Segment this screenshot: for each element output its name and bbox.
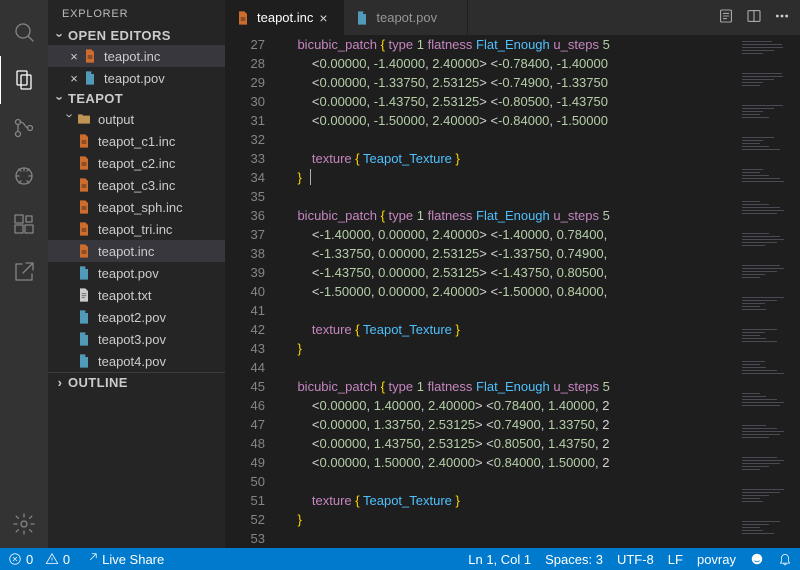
open-editor-item[interactable]: × teapot.pov	[48, 67, 225, 89]
status-language[interactable]: povray	[697, 552, 736, 567]
item-label: teapot.inc	[98, 244, 154, 259]
status-notifications-icon[interactable]	[778, 552, 792, 566]
outline-header[interactable]: ›OUTLINE	[48, 372, 225, 392]
more-actions-icon[interactable]	[774, 8, 790, 27]
status-eol[interactable]: LF	[668, 552, 683, 567]
editor-tab[interactable]: teapot.pov	[344, 0, 468, 35]
file-icon	[354, 10, 370, 26]
file-name: teapot.inc	[104, 49, 160, 64]
debug-icon[interactable]	[0, 152, 48, 200]
file-item[interactable]: teapot_tri.inc	[48, 218, 225, 240]
tab-bar: teapot.inc × teapot.pov	[225, 0, 800, 35]
file-item[interactable]: teapot2.pov	[48, 306, 225, 328]
text-cursor	[310, 169, 311, 185]
file-icon	[76, 155, 92, 171]
status-cursor-pos[interactable]: Ln 1, Col 1	[468, 552, 531, 567]
file-item[interactable]: teapot_sph.inc	[48, 196, 225, 218]
file-item[interactable]: teapot_c2.inc	[48, 152, 225, 174]
file-icon	[82, 48, 98, 64]
item-label: teapot.txt	[98, 288, 151, 303]
status-live-share[interactable]: Live Share	[84, 552, 164, 567]
file-item[interactable]: teapot.txt	[48, 284, 225, 306]
search-icon[interactable]	[0, 8, 48, 56]
file-name: teapot.pov	[104, 71, 165, 86]
file-icon	[76, 243, 92, 259]
open-editors-header[interactable]: ›OPEN EDITORS	[48, 26, 225, 45]
item-label: teapot_c2.inc	[98, 156, 175, 171]
split-editor-icon[interactable]	[746, 8, 762, 27]
file-item[interactable]: teapot3.pov	[48, 328, 225, 350]
file-icon	[76, 287, 92, 303]
item-label: teapot_c3.inc	[98, 178, 175, 193]
item-label: teapot.pov	[98, 266, 159, 281]
folder-item[interactable]: ›output	[48, 108, 225, 130]
file-item[interactable]: teapot.inc	[48, 240, 225, 262]
file-item[interactable]: teapot_c1.inc	[48, 130, 225, 152]
status-problems[interactable]: 0 0	[8, 552, 70, 567]
file-icon	[76, 265, 92, 281]
status-encoding[interactable]: UTF-8	[617, 552, 654, 567]
file-icon	[235, 10, 251, 26]
activity-bar	[0, 0, 48, 548]
item-label: teapot_c1.inc	[98, 134, 175, 149]
file-icon	[76, 353, 92, 369]
item-label: teapot3.pov	[98, 332, 166, 347]
status-bar: 0 0 Live Share Ln 1, Col 1 Spaces: 3 UTF…	[0, 548, 800, 570]
line-gutter: 2728293031323334353637383940414243444546…	[225, 35, 283, 548]
open-editor-item[interactable]: × teapot.inc	[48, 45, 225, 67]
minimap[interactable]	[740, 35, 800, 548]
file-icon	[76, 309, 92, 325]
show-source-icon[interactable]	[718, 8, 734, 27]
sidebar: EXPLORER ›OPEN EDITORS × teapot.inc × teapo…	[48, 0, 225, 548]
sidebar-title: EXPLORER	[48, 0, 225, 26]
file-icon	[82, 70, 98, 86]
item-label: teapot_sph.inc	[98, 200, 183, 215]
tab-label: teapot.inc	[257, 10, 313, 25]
explorer-icon[interactable]	[0, 56, 47, 104]
status-indent[interactable]: Spaces: 3	[545, 552, 603, 567]
file-icon	[76, 199, 92, 215]
close-icon[interactable]: ×	[66, 49, 82, 64]
code-editor[interactable]: 2728293031323334353637383940414243444546…	[225, 35, 800, 548]
item-label: output	[98, 112, 134, 127]
file-icon	[76, 133, 92, 149]
file-icon	[76, 221, 92, 237]
file-item[interactable]: teapot_c3.inc	[48, 174, 225, 196]
editor-tab[interactable]: teapot.inc ×	[225, 0, 344, 35]
status-feedback-icon[interactable]	[750, 552, 764, 566]
item-label: teapot4.pov	[98, 354, 166, 369]
tab-label: teapot.pov	[376, 10, 437, 25]
extensions-icon[interactable]	[0, 200, 48, 248]
close-icon[interactable]: ×	[66, 71, 82, 86]
close-icon[interactable]: ×	[319, 10, 333, 26]
folder-icon	[76, 111, 92, 127]
file-item[interactable]: teapot4.pov	[48, 350, 225, 372]
settings-icon[interactable]	[0, 500, 48, 548]
item-label: teapot_tri.inc	[98, 222, 172, 237]
file-item[interactable]: teapot.pov	[48, 262, 225, 284]
file-icon	[76, 177, 92, 193]
file-icon	[76, 331, 92, 347]
item-label: teapot2.pov	[98, 310, 166, 325]
source-control-icon[interactable]	[0, 104, 48, 152]
code-lines[interactable]: bicubic_patch { type 1 flatness Flat_Eno…	[283, 35, 740, 548]
live-share-icon[interactable]	[0, 248, 48, 296]
editor-actions	[708, 0, 800, 35]
editor-group: teapot.inc × teapot.pov 272829303132333435…	[225, 0, 800, 548]
project-header[interactable]: ›TEAPOT	[48, 89, 225, 108]
